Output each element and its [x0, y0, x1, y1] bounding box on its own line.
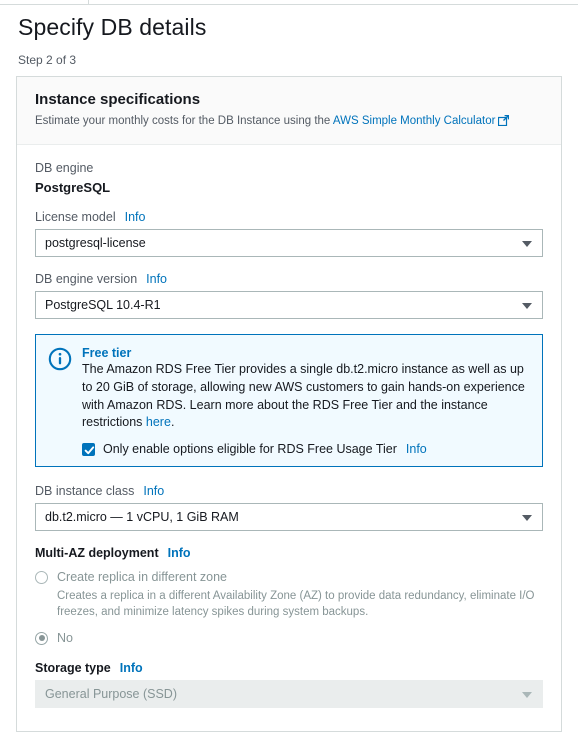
db-instance-class-info-link[interactable]: Info: [143, 484, 164, 498]
external-link-icon: [498, 115, 510, 131]
free-tier-alert: Free tier The Amazon RDS Free Tier provi…: [35, 334, 543, 468]
db-engine-value: PostgreSQL: [35, 180, 111, 196]
radio-create-replica[interactable]: [35, 571, 48, 585]
multi-az-info-link[interactable]: Info: [168, 546, 191, 560]
free-tier-description-suffix: .: [170, 415, 175, 430]
db-engine-version-info-link[interactable]: Info: [146, 272, 167, 286]
license-model-value: postgresql-license: [45, 236, 146, 251]
top-chrome-strip: [0, 0, 578, 5]
step-indicator: Step 2 of 3: [18, 53, 77, 67]
info-circle-icon: [48, 347, 72, 374]
field-db-engine-version: DB engine version Info PostgreSQL 10.4-R1: [35, 272, 543, 320]
storage-type-value: General Purpose (SSD): [45, 686, 178, 701]
chevron-down-icon: [522, 241, 532, 248]
field-storage-type: Storage type Info General Purpose (SSD): [35, 661, 543, 708]
instance-specifications-card: Instance specifications Estimate your mo…: [16, 76, 562, 732]
storage-type-label: Storage type Info: [35, 661, 543, 675]
db-engine-version-label: DB engine version Info: [35, 272, 543, 286]
license-model-select[interactable]: postgresql-license: [35, 229, 543, 258]
radio-create-replica-description: Creates a replica in a different Availab…: [57, 590, 535, 619]
db-instance-class-label-text: DB instance class: [35, 484, 135, 499]
page-header: Specify DB details Step 2 of 3: [0, 0, 578, 67]
license-model-label-text: License model: [35, 210, 116, 225]
radio-no-label: No: [57, 630, 73, 645]
free-tier-here-link[interactable]: here: [146, 415, 171, 429]
multi-az-option-replica[interactable]: Create replica in different zone Creates…: [35, 569, 543, 621]
license-model-info-link[interactable]: Info: [125, 210, 146, 224]
storage-type-select[interactable]: General Purpose (SSD): [35, 679, 543, 708]
db-engine-label: DB engine: [35, 161, 94, 176]
page-title: Specify DB details: [18, 14, 207, 40]
card-title: Instance specifications: [35, 91, 201, 108]
free-tier-checkbox-info-link[interactable]: Info: [406, 442, 427, 456]
field-multi-az-deployment: Multi-AZ deployment Info Create replica i…: [35, 546, 543, 646]
radio-create-replica-text: Create replica in different zone Creates…: [57, 569, 543, 621]
db-engine-version-value: PostgreSQL 10.4-R1: [45, 298, 161, 313]
free-tier-title: Free tier: [82, 346, 132, 361]
card-subtitle: Estimate your monthly costs for the DB I…: [35, 113, 543, 131]
storage-type-info-link[interactable]: Info: [120, 661, 143, 675]
multi-az-label-text: Multi-AZ deployment: [35, 546, 159, 561]
free-tier-checkbox-row: Only enable options eligible for RDS Fre…: [82, 442, 530, 456]
free-tier-checkbox-label: Only enable options eligible for RDS Fre…: [103, 442, 397, 457]
license-model-label: License model Info: [35, 210, 543, 224]
field-license-model: License model Info postgresql-license: [35, 210, 543, 258]
free-tier-alert-body: Free tier The Amazon RDS Free Tier provi…: [82, 346, 530, 456]
chevron-down-icon: [522, 691, 532, 698]
multi-az-option-no[interactable]: No: [35, 630, 543, 646]
radio-no-text: No: [57, 630, 543, 646]
db-engine-version-label-text: DB engine version: [35, 272, 138, 287]
storage-type-label-text: Storage type: [35, 660, 111, 675]
free-tier-checkbox[interactable]: [82, 442, 95, 456]
db-instance-class-select[interactable]: db.t2.micro — 1 vCPU, 1 GiB RAM: [35, 503, 543, 532]
db-engine-version-select[interactable]: PostgreSQL 10.4-R1: [35, 291, 543, 320]
radio-no[interactable]: [35, 631, 48, 645]
check-icon: [84, 446, 95, 454]
card-subtitle-text: Estimate your monthly costs for the DB I…: [35, 115, 333, 127]
free-tier-description: The Amazon RDS Free Tier provides a sing…: [82, 361, 530, 432]
aws-calculator-link[interactable]: AWS Simple Monthly Calculator: [333, 115, 496, 127]
radio-create-replica-label: Create replica in different zone: [57, 570, 228, 585]
db-instance-class-value: db.t2.micro — 1 vCPU, 1 GiB RAM: [45, 510, 239, 525]
card-header: Instance specifications Estimate your mo…: [17, 77, 561, 146]
chevron-down-icon: [522, 515, 532, 522]
chrome-divider: [88, 0, 89, 4]
field-db-instance-class: DB instance class Info db.t2.micro — 1 vC…: [35, 484, 543, 532]
multi-az-label: Multi-AZ deployment Info: [35, 546, 543, 560]
field-db-engine: DB engine PostgreSQL: [35, 161, 543, 195]
card-body: DB engine PostgreSQL License model Info p…: [17, 145, 561, 731]
chevron-down-icon: [522, 303, 532, 310]
db-instance-class-label: DB instance class Info: [35, 484, 543, 498]
